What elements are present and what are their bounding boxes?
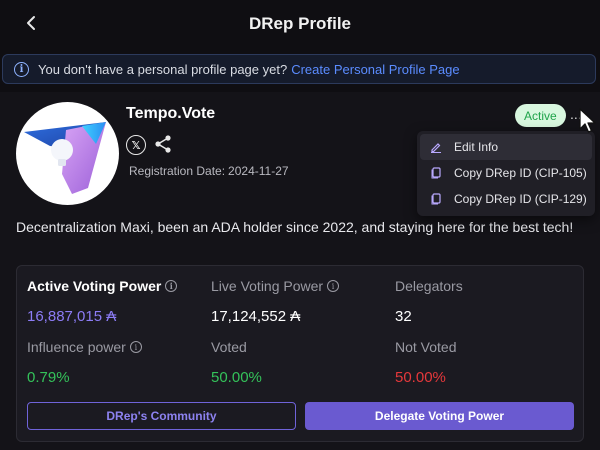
tempo-vote-logo (24, 122, 106, 194)
active-voting-power-label-text: Active Voting Power (27, 278, 162, 294)
voting-stats-panel: Active Voting Power i 16,887,015 ₳ Live V… (16, 265, 584, 442)
x-logo-icon[interactable]: 𝕏 (126, 135, 146, 155)
drep-community-button[interactable]: DRep's Community (27, 402, 296, 430)
info-icon: i (14, 61, 29, 77)
influence-power-label: Influence power i (27, 339, 142, 355)
active-voting-power-label: Active Voting Power i (27, 278, 178, 294)
drep-name: Tempo.Vote (126, 105, 216, 122)
notice-text: You don't have a personal profile page y… (38, 61, 288, 77)
not-voted-label: Not Voted (395, 339, 457, 355)
menu-item-copy-cip105[interactable]: Copy DRep ID (CIP-105) (417, 160, 595, 186)
delegators-label: Delegators (395, 278, 463, 294)
top-bar: DRep Profile (0, 0, 600, 48)
live-voting-power-label: Live Voting Power i (211, 278, 340, 294)
chevron-left-icon (27, 16, 35, 30)
menu-item-label: Copy DRep ID (CIP-105) (454, 166, 587, 180)
registration-date-value: 2024-11-27 (228, 164, 289, 178)
copy-icon (431, 193, 441, 205)
live-voting-power-value: 17,124,552 ₳ (211, 308, 301, 325)
status-badge: Active (515, 104, 566, 127)
active-voting-power-value: 16,887,015 ₳ (27, 308, 117, 325)
registration-label: Registration Date: (129, 164, 226, 178)
share-icon[interactable] (153, 134, 173, 154)
live-voting-power-label-text: Live Voting Power (211, 278, 324, 294)
copy-icon (431, 167, 441, 179)
delegate-voting-power-button[interactable]: Delegate Voting Power (305, 402, 574, 430)
drep-bio: Decentralization Maxi, been an ADA holde… (16, 219, 574, 235)
not-voted-value: 50.00% (395, 369, 446, 386)
back-button[interactable] (20, 12, 42, 34)
info-icon[interactable]: i (129, 341, 142, 353)
info-icon[interactable]: i (165, 280, 178, 292)
mouse-cursor-icon (579, 108, 596, 133)
menu-item-copy-cip129[interactable]: Copy DRep ID (CIP-129) (417, 186, 595, 212)
delegators-value: 32 (395, 308, 412, 325)
menu-item-label: Edit Info (454, 140, 499, 154)
more-options-menu: Edit Info Copy DRep ID (CIP-105) Copy DR… (417, 131, 595, 216)
influence-power-value: 0.79% (27, 369, 70, 386)
voted-value: 50.00% (211, 369, 262, 386)
drep-avatar (16, 102, 119, 205)
page-title: DRep Profile (248, 14, 352, 33)
info-icon[interactable]: i (327, 280, 340, 292)
edit-icon (431, 143, 441, 153)
profile-notice-banner: i You don't have a personal profile page… (2, 54, 596, 84)
menu-item-label: Copy DRep ID (CIP-129) (454, 192, 587, 206)
menu-item-edit-info[interactable]: Edit Info (420, 134, 592, 160)
registration-date: Registration Date: 2024-11-27 (126, 164, 289, 178)
voted-label: Voted (211, 339, 247, 355)
influence-power-label-text: Influence power (27, 339, 126, 355)
create-profile-link[interactable]: Create Personal Profile Page (291, 62, 459, 77)
